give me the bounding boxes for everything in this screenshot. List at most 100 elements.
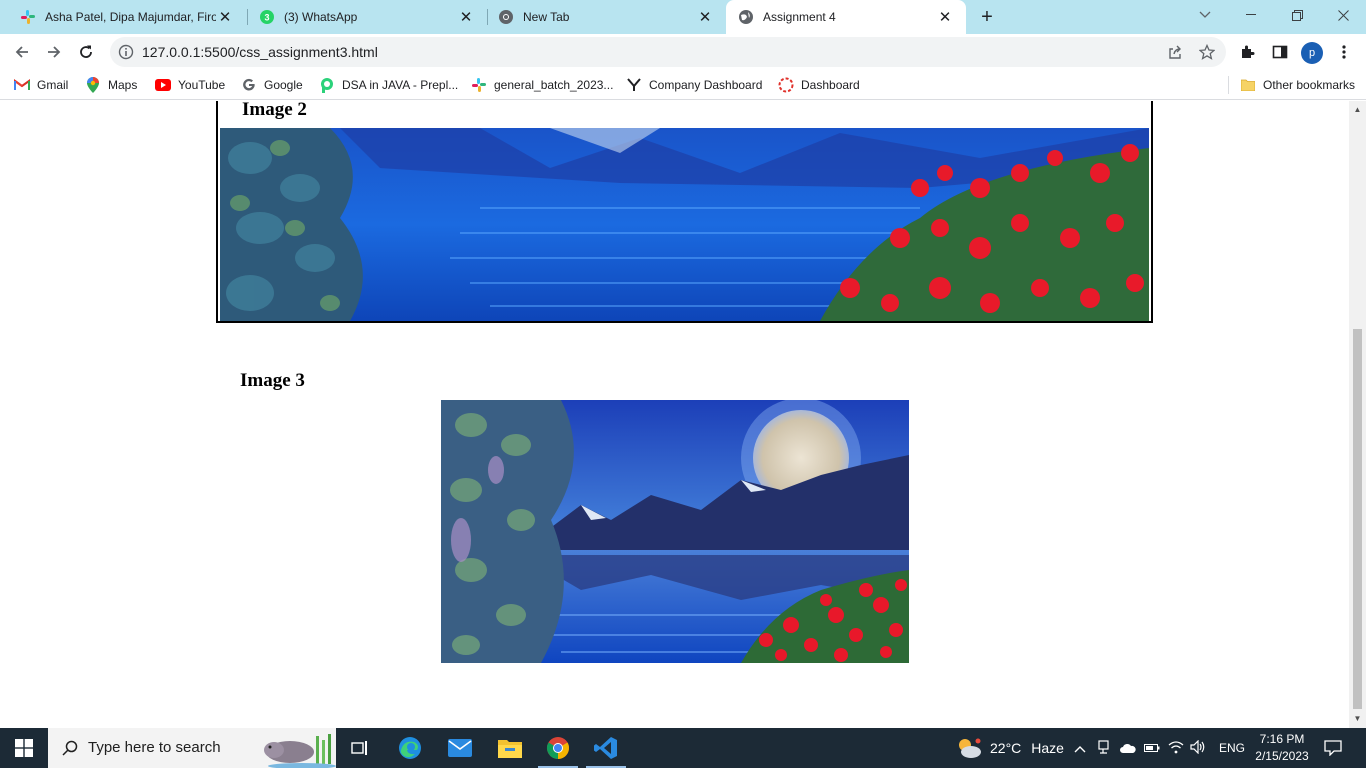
clock-date: 2/15/2023 — [1255, 749, 1309, 763]
extensions-icon[interactable] — [1238, 42, 1258, 62]
bookmark-gmail[interactable]: Gmail — [14, 76, 68, 94]
bookmark-youtube[interactable]: YouTube — [155, 76, 225, 94]
forward-button[interactable] — [40, 38, 68, 66]
close-icon[interactable]: ✕ — [457, 8, 475, 26]
windows-taskbar: Type here to search 22°C Haze ENG 7:16 P… — [0, 728, 1366, 768]
close-icon[interactable]: ✕ — [936, 8, 954, 26]
bookmark-dashboard[interactable]: Dashboard — [778, 76, 860, 94]
system-clock[interactable]: 7:16 PM 2/15/2023 — [1248, 731, 1316, 765]
clock-time: 7:16 PM — [1259, 732, 1305, 746]
restore-button[interactable] — [1274, 0, 1320, 30]
tab-slack[interactable]: Asha Patel, Dipa Majumdar, Firoj ✕ — [2, 0, 246, 34]
weather-widget[interactable]: 22°C Haze — [956, 728, 1064, 768]
tab-new-tab[interactable]: New Tab ✕ — [480, 0, 726, 34]
notification-icon — [1324, 740, 1342, 756]
slack-icon — [20, 9, 36, 25]
tab-title: (3) WhatsApp — [284, 10, 358, 24]
tab-search-icon[interactable] — [1182, 0, 1228, 30]
scroll-down-arrow[interactable]: ▼ — [1353, 714, 1362, 723]
volume-icon[interactable] — [1190, 739, 1206, 757]
chrome-icon — [547, 737, 569, 759]
y-icon — [626, 77, 642, 93]
bookmark-google[interactable]: Google — [241, 76, 303, 94]
hippo-illustration-icon — [264, 734, 336, 768]
bookmark-company-dashboard[interactable]: Company Dashboard — [626, 76, 762, 94]
bookmark-maps[interactable]: Maps — [85, 76, 137, 94]
close-icon[interactable]: ✕ — [216, 8, 234, 26]
scroll-up-arrow[interactable]: ▲ — [1353, 105, 1362, 114]
tab-title: New Tab — [523, 10, 570, 24]
whatsapp-icon: 3 — [259, 9, 275, 25]
vscode-app[interactable] — [582, 728, 630, 768]
mail-app[interactable] — [436, 728, 484, 768]
file-explorer-app[interactable] — [486, 728, 534, 768]
google-icon — [241, 77, 257, 93]
language-indicator[interactable]: ENG — [1219, 728, 1245, 768]
folder-icon — [1240, 77, 1256, 93]
svg-text:3: 3 — [264, 13, 269, 23]
tab-assignment-4[interactable]: Assignment 4 ✕ — [726, 0, 966, 34]
windows-icon — [15, 739, 33, 757]
folder-icon — [498, 740, 522, 758]
task-view-button[interactable] — [336, 728, 384, 768]
battery-icon[interactable] — [1144, 740, 1160, 756]
new-tab-button[interactable]: + — [976, 6, 998, 28]
tab-title: Asha Patel, Dipa Majumdar, Firoj — [45, 10, 216, 24]
task-view-icon — [351, 741, 367, 755]
reload-button[interactable] — [72, 38, 100, 66]
page-scrollbar[interactable]: ▲ ▼ — [1349, 101, 1366, 728]
image2-lake-banner — [220, 128, 1149, 321]
bookmark-dsa-java[interactable]: DSA in JAVA - Prepl... — [319, 76, 458, 94]
menu-icon[interactable] — [1334, 42, 1354, 62]
gmail-icon — [14, 77, 30, 93]
youtube-icon — [155, 77, 171, 93]
tray-icons — [1074, 728, 1206, 768]
browser-toolbar: 127.0.0.1:5500/css_assignment3.html p — [0, 34, 1366, 70]
tab-strip: Asha Patel, Dipa Majumdar, Firoj ✕ 3 (3)… — [0, 0, 1366, 34]
address-bar[interactable]: 127.0.0.1:5500/css_assignment3.html — [110, 37, 1226, 67]
vscode-icon — [594, 737, 617, 759]
tab-whatsapp[interactable]: 3 (3) WhatsApp ✕ — [241, 0, 487, 34]
search-placeholder: Type here to search — [88, 739, 221, 756]
weather-description: Haze — [1031, 740, 1064, 756]
edge-icon — [399, 737, 421, 759]
bookmark-star-icon[interactable] — [1198, 43, 1216, 61]
bookmark-divider — [1228, 76, 1229, 94]
scrollbar-thumb[interactable] — [1353, 329, 1362, 709]
prepinsta-icon — [319, 77, 335, 93]
onedrive-icon[interactable] — [1120, 740, 1136, 756]
page-viewport: Image 2 Image 3 ▲ ▼ — [0, 101, 1366, 728]
notification-button[interactable] — [1323, 728, 1343, 768]
meet-now-icon[interactable] — [1098, 739, 1110, 757]
side-panel-icon[interactable] — [1270, 42, 1290, 62]
bookmark-general-batch[interactable]: general_batch_2023... — [471, 76, 613, 94]
chevron-up-icon[interactable] — [1074, 740, 1088, 756]
close-icon[interactable]: ✕ — [696, 8, 714, 26]
info-icon[interactable] — [118, 44, 134, 60]
image3-moon-lake — [441, 400, 909, 663]
edge-app[interactable] — [386, 728, 434, 768]
image3-heading: Image 3 — [240, 370, 305, 391]
chrome-icon — [498, 9, 514, 25]
bookmarks-bar: Gmail Maps YouTube Google DSA in JAVA - … — [0, 70, 1366, 100]
weather-temperature: 22°C — [990, 740, 1022, 756]
share-icon[interactable] — [1166, 43, 1184, 61]
taskbar-search-box[interactable]: Type here to search — [48, 728, 336, 768]
minimize-button[interactable] — [1228, 0, 1274, 30]
other-bookmarks[interactable]: Other bookmarks — [1240, 76, 1355, 94]
url-text: 127.0.0.1:5500/css_assignment3.html — [142, 44, 378, 60]
profile-avatar[interactable]: p — [1301, 42, 1323, 64]
back-button[interactable] — [8, 38, 36, 66]
maps-icon — [85, 77, 101, 93]
dashboard-icon — [778, 77, 794, 93]
image2-container: Image 2 — [216, 101, 1153, 323]
start-button[interactable] — [0, 728, 48, 768]
mail-icon — [448, 739, 472, 757]
slack-icon — [471, 77, 487, 93]
search-icon — [62, 740, 78, 756]
wifi-icon[interactable] — [1168, 740, 1184, 757]
close-window-button[interactable] — [1320, 0, 1366, 30]
chrome-app[interactable] — [534, 728, 582, 768]
weather-cloud-sun-icon — [959, 738, 981, 758]
tab-title: Assignment 4 — [763, 10, 836, 24]
